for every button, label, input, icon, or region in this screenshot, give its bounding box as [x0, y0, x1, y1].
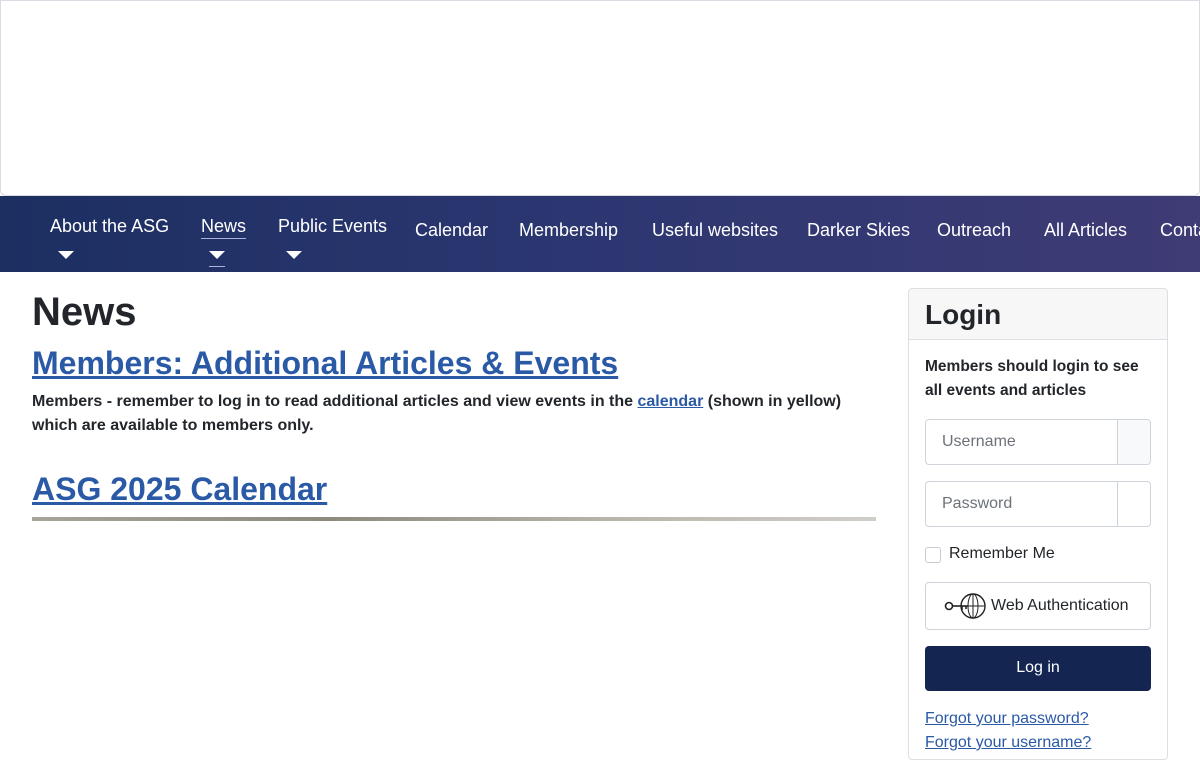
caret-down-icon[interactable] — [209, 251, 225, 259]
article-title-link[interactable]: Members: Additional Articles & Events — [32, 345, 618, 381]
active-indicator — [209, 266, 225, 267]
calendar-link[interactable]: calendar — [637, 393, 703, 410]
login-button[interactable]: Log in — [925, 646, 1151, 691]
article-title-link[interactable]: ASG 2025 Calendar — [32, 471, 327, 507]
article-intro: Members - remember to log in to read add… — [32, 390, 872, 438]
username-field[interactable]: Username — [925, 419, 1151, 465]
intro-text: Members - remember to log in to read add… — [32, 393, 638, 410]
password-placeholder: Password — [942, 495, 1013, 512]
login-title: Login — [925, 299, 1002, 330]
caret-down-icon[interactable] — [286, 251, 302, 259]
login-button-label: Log in — [1016, 659, 1060, 676]
nav-item-label: Useful websites — [652, 220, 779, 240]
nav-item-label: Membership — [519, 220, 619, 240]
password-field[interactable]: Password — [925, 481, 1151, 527]
calendar-image — [32, 517, 876, 521]
nav-item-label: Calendar — [415, 220, 489, 240]
web-authentication-button[interactable]: Web Authentication — [925, 582, 1151, 630]
header-banner — [0, 0, 1200, 196]
forgot-username-link[interactable]: Forgot your username? — [925, 734, 1091, 752]
web-authentication-label: Web Authentication — [991, 597, 1129, 614]
password-toggle[interactable] — [1117, 482, 1150, 526]
login-message: Members should login to see all events a… — [925, 358, 1139, 399]
remember-me-checkbox[interactable] — [925, 547, 941, 563]
nav-item-label: Contact — [1160, 220, 1200, 240]
nav-item-label: Outreach — [937, 220, 1012, 240]
username-placeholder: Username — [942, 433, 1016, 450]
passkey-icon — [944, 592, 988, 625]
article-title: ASG 2025 Calendar — [32, 471, 327, 508]
login-header: Login — [909, 289, 1167, 340]
article-title: Members: Additional Articles & Events — [32, 345, 618, 382]
username-addon — [1117, 420, 1150, 464]
nav-item-label: Public Events — [278, 216, 388, 236]
main-navigation: About the ASG News Public Events Calenda… — [0, 196, 1200, 272]
nav-item-label: Darker Skies — [807, 220, 911, 240]
nav-item-label: About the ASG — [50, 216, 170, 236]
nav-item-label: News — [201, 216, 247, 239]
caret-down-icon[interactable] — [58, 251, 74, 259]
login-module: Login Members should login to see all ev… — [908, 288, 1168, 760]
forgot-password-link[interactable]: Forgot your password? — [925, 710, 1089, 728]
remember-me-label: Remember Me — [949, 545, 1055, 562]
page-title: News — [32, 290, 137, 334]
nav-item-label: All Articles — [1044, 220, 1128, 240]
